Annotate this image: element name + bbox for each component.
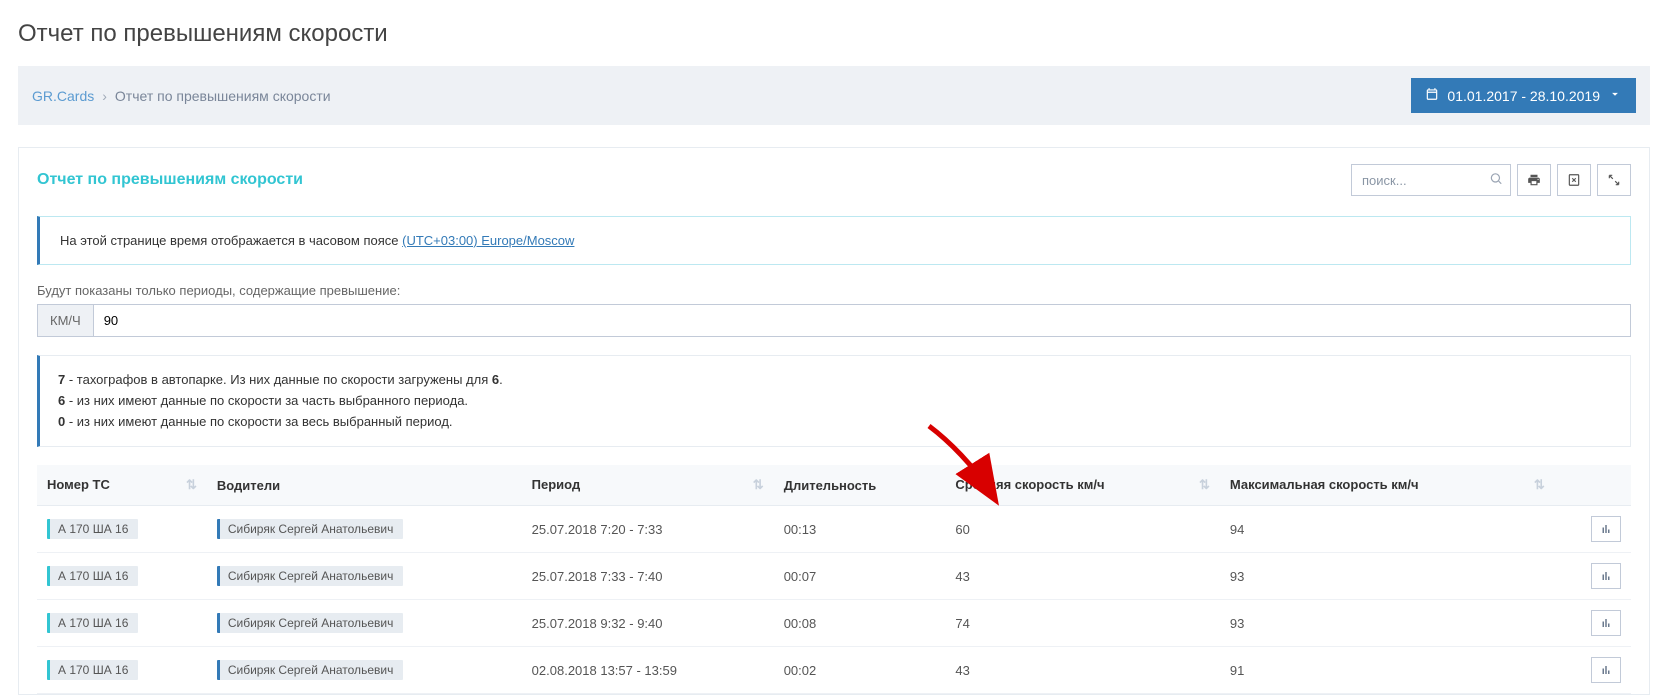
cell-period: 02.08.2018 13:57 - 13:59 (522, 647, 774, 694)
card-title: Отчет по превышениям скорости (37, 171, 303, 189)
col-drivers[interactable]: Водители (207, 465, 522, 506)
cell-period: 25.07.2018 9:32 - 9:40 (522, 600, 774, 647)
col-drivers-label: Водители (217, 478, 280, 493)
stats-line-1: 7 - тахографов в автопарке. Из них данны… (58, 370, 1612, 391)
sort-icon: ⇅ (753, 477, 764, 493)
sort-icon: ⇅ (1199, 477, 1210, 493)
col-avg-speed[interactable]: Средняя скорость км/ч ⇅ (945, 465, 1220, 506)
vehicle-tag[interactable]: А 170 ША 16 (47, 660, 138, 680)
table-row: А 170 ША 16 Сибиряк Сергей Анатольевич 25.… (37, 600, 1631, 647)
stats-line-3: 0 - из них имеют данные по скорости за в… (58, 412, 1612, 433)
speed-threshold-filter: км/ч (37, 304, 1631, 337)
breadcrumb-sep: › (102, 88, 107, 104)
search-box (1351, 164, 1511, 196)
filter-unit: км/ч (38, 305, 94, 336)
stats-line-3-end: - из них имеют данные по скорости за вес… (65, 414, 452, 429)
cell-avg-speed: 60 (945, 506, 1220, 553)
chart-button[interactable] (1591, 610, 1621, 636)
cell-duration: 00:07 (774, 553, 946, 600)
col-duration-label: Длительность (784, 478, 877, 493)
timezone-link[interactable]: (UTC+03:00) Europe/Moscow (402, 233, 574, 248)
col-max-label: Максимальная скорость км/ч (1230, 477, 1419, 492)
driver-tag[interactable]: Сибиряк Сергей Анатольевич (217, 519, 403, 539)
table-row: А 170 ША 16 Сибиряк Сергей Анатольевич 02.… (37, 647, 1631, 694)
cell-max-speed: 93 (1220, 600, 1555, 647)
date-range-picker[interactable]: 01.01.2017 - 28.10.2019 (1411, 78, 1636, 113)
report-card: Отчет по превышениям скорости (18, 147, 1650, 695)
col-duration[interactable]: Длительность (774, 465, 946, 506)
cell-duration: 00:02 (774, 647, 946, 694)
cell-avg-speed: 43 (945, 647, 1220, 694)
chevron-down-icon (1608, 87, 1622, 104)
col-max-speed[interactable]: Максимальная скорость км/ч ⇅ (1220, 465, 1555, 506)
cell-duration: 00:13 (774, 506, 946, 553)
breadcrumb: GR.Cards › Отчет по превышениям скорости (32, 88, 331, 104)
cell-max-speed: 91 (1220, 647, 1555, 694)
driver-tag[interactable]: Сибиряк Сергей Анатольевич (217, 660, 403, 680)
excel-export-button[interactable] (1557, 164, 1591, 196)
col-vehicle-label: Номер ТС (47, 477, 110, 492)
speed-threshold-input[interactable] (94, 305, 1630, 336)
vehicle-tag[interactable]: А 170 ША 16 (47, 566, 138, 586)
stats-line-2: 6 - из них имеют данные по скорости за ч… (58, 391, 1612, 412)
cell-avg-speed: 43 (945, 553, 1220, 600)
col-period[interactable]: Период ⇅ (522, 465, 774, 506)
col-avg-label: Средняя скорость км/ч (955, 477, 1104, 492)
breadcrumb-bar: GR.Cards › Отчет по превышениям скорости… (18, 66, 1650, 125)
breadcrumb-current: Отчет по превышениям скорости (115, 88, 331, 104)
cell-period: 25.07.2018 7:20 - 7:33 (522, 506, 774, 553)
chart-button[interactable] (1591, 657, 1621, 683)
search-icon[interactable] (1489, 172, 1503, 189)
stats-line-1-mid: - тахографов в автопарке. Из них данные … (65, 372, 492, 387)
cell-duration: 00:08 (774, 600, 946, 647)
vehicle-tag[interactable]: А 170 ША 16 (47, 613, 138, 633)
table-row: А 170 ША 16 Сибиряк Сергей Анатольевич 25.… (37, 553, 1631, 600)
sort-icon: ⇅ (1534, 477, 1545, 493)
violations-table: Номер ТС⇅ Водители Период⇅ Длительность … (37, 465, 1631, 694)
page-title: Отчет по превышениям скорости (18, 20, 1650, 48)
stats-summary: 7 - тахографов в автопарке. Из них данны… (37, 355, 1631, 447)
col-period-label: Период (532, 477, 581, 492)
chart-button[interactable] (1591, 563, 1621, 589)
filter-label: Будут показаны только периоды, содержащи… (37, 283, 1631, 298)
sort-icon: ⇅ (186, 477, 197, 493)
tacho-with-data: 6 (492, 372, 499, 387)
breadcrumb-root[interactable]: GR.Cards (32, 88, 94, 104)
fullscreen-button[interactable] (1597, 164, 1631, 196)
date-range-label: 01.01.2017 - 28.10.2019 (1447, 88, 1600, 104)
timezone-alert: На этой странице время отображается в ча… (37, 216, 1631, 265)
driver-tag[interactable]: Сибиряк Сергей Анатольевич (217, 613, 403, 633)
calendar-icon (1425, 87, 1439, 104)
search-input[interactable] (1351, 164, 1511, 196)
stats-line-1-end: . (499, 372, 503, 387)
print-button[interactable] (1517, 164, 1551, 196)
col-actions (1555, 465, 1631, 506)
table-row: А 170 ША 16 Сибиряк Сергей Анатольевич 25.… (37, 506, 1631, 553)
cell-period: 25.07.2018 7:33 - 7:40 (522, 553, 774, 600)
stats-line-2-end: - из них имеют данные по скорости за час… (65, 393, 468, 408)
alert-text: На этой странице время отображается в ча… (60, 233, 402, 248)
col-vehicle[interactable]: Номер ТС ⇅ (37, 465, 207, 506)
chart-button[interactable] (1591, 516, 1621, 542)
driver-tag[interactable]: Сибиряк Сергей Анатольевич (217, 566, 403, 586)
cell-max-speed: 94 (1220, 506, 1555, 553)
vehicle-tag[interactable]: А 170 ША 16 (47, 519, 138, 539)
cell-max-speed: 93 (1220, 553, 1555, 600)
cell-avg-speed: 74 (945, 600, 1220, 647)
